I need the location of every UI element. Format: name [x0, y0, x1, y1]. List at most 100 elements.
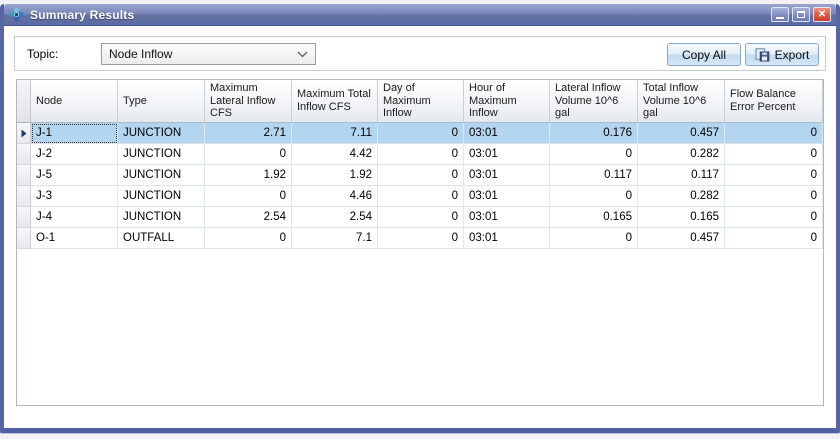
app-icon	[9, 7, 24, 22]
cell-type[interactable]: JUNCTION	[118, 186, 205, 207]
summary-results-window: Summary Results ✕ Topic: Node Inflow Cop…	[0, 4, 840, 433]
cell-type[interactable]: OUTFALL	[118, 228, 205, 249]
row-selector[interactable]	[17, 186, 31, 207]
export-icon	[755, 47, 770, 62]
cell-node[interactable]: O-1	[31, 228, 118, 249]
selected-row-arrow-icon	[21, 129, 26, 137]
topic-panel: Topic: Node Inflow Copy All Export	[14, 36, 826, 71]
cell-day-of-maximum-inflow[interactable]: 0	[378, 123, 464, 144]
cell-hour-of-maximum-inflow[interactable]: 03:01	[464, 123, 550, 144]
window-title: Summary Results	[30, 7, 135, 22]
cell-maximum-lateral-inflow-cfs[interactable]: 0	[205, 228, 292, 249]
column-header-maximum-lateral-inflow-cfs[interactable]: Maximum Lateral Inflow CFS	[205, 80, 292, 122]
column-header-node[interactable]: Node	[31, 80, 118, 122]
topic-dropdown-value: Node Inflow	[109, 47, 173, 61]
cell-hour-of-maximum-inflow[interactable]: 03:01	[464, 228, 550, 249]
cell-lateral-inflow-volume-10-6-gal[interactable]: 0	[550, 144, 638, 165]
cell-maximum-lateral-inflow-cfs[interactable]: 1.92	[205, 165, 292, 186]
cell-lateral-inflow-volume-10-6-gal[interactable]: 0	[550, 228, 638, 249]
cell-lateral-inflow-volume-10-6-gal[interactable]: 0.117	[550, 165, 638, 186]
cell-day-of-maximum-inflow[interactable]: 0	[378, 186, 464, 207]
row-selector[interactable]	[17, 123, 31, 144]
export-button[interactable]: Export	[745, 43, 819, 66]
summary-grid: Node Type Maximum Lateral Inflow CFS Maximu…	[16, 79, 824, 406]
column-header-type[interactable]: Type	[118, 80, 205, 122]
export-label: Export	[774, 47, 810, 62]
cell-total-inflow-volume-10-6-gal[interactable]: 0.457	[638, 228, 725, 249]
cell-total-inflow-volume-10-6-gal[interactable]: 0.117	[638, 165, 725, 186]
topic-dropdown[interactable]: Node Inflow	[101, 43, 316, 65]
cell-maximum-lateral-inflow-cfs[interactable]: 2.54	[205, 207, 292, 228]
minimize-button[interactable]	[771, 7, 789, 22]
cell-maximum-lateral-inflow-cfs[interactable]: 2.71	[205, 123, 292, 144]
row-selector[interactable]	[17, 228, 31, 249]
row-selector[interactable]	[17, 144, 31, 165]
cell-node[interactable]: J-2	[31, 144, 118, 165]
cell-hour-of-maximum-inflow[interactable]: 03:01	[464, 144, 550, 165]
chevron-down-icon	[297, 51, 308, 58]
cell-type[interactable]: JUNCTION	[118, 207, 205, 228]
cell-maximum-total-inflow-cfs[interactable]: 1.92	[292, 165, 378, 186]
table-row[interactable]: J-5 JUNCTION 1.92 1.92 0 03:01 0.117 0.117 0	[17, 165, 823, 186]
cell-maximum-total-inflow-cfs[interactable]: 7.11	[292, 123, 378, 144]
cell-day-of-maximum-inflow[interactable]: 0	[378, 165, 464, 186]
column-header-total-inflow-volume-10-6-gal[interactable]: Total Inflow Volume 10^6 gal	[638, 80, 725, 122]
grid-body: J-1 JUNCTION 2.71 7.11 0 03:01 0.176 0.457 0 J-2 J…	[17, 123, 823, 249]
cell-node[interactable]: J-1	[31, 123, 118, 144]
table-row[interactable]: J-2 JUNCTION 0 4.42 0 03:01 0 0.282 0	[17, 144, 823, 165]
cell-total-inflow-volume-10-6-gal[interactable]: 0.165	[638, 207, 725, 228]
table-row[interactable]: J-4 JUNCTION 2.54 2.54 0 03:01 0.165 0.165 0	[17, 207, 823, 228]
cell-node[interactable]: J-5	[31, 165, 118, 186]
cell-type[interactable]: JUNCTION	[118, 165, 205, 186]
cell-node[interactable]: J-4	[31, 207, 118, 228]
column-header-flow-balance-error-percent[interactable]: Flow Balance Error Percent	[725, 80, 823, 122]
cell-type[interactable]: JUNCTION	[118, 144, 205, 165]
cell-flow-balance-error-percent[interactable]: 0	[725, 186, 823, 207]
table-row[interactable]: O-1 OUTFALL 0 7.1 0 03:01 0 0.457 0	[17, 228, 823, 249]
cell-lateral-inflow-volume-10-6-gal[interactable]: 0	[550, 186, 638, 207]
maximize-button[interactable]	[792, 7, 810, 22]
cell-day-of-maximum-inflow[interactable]: 0	[378, 228, 464, 249]
cell-flow-balance-error-percent[interactable]: 0	[725, 123, 823, 144]
copy-all-button[interactable]: Copy All	[667, 43, 741, 66]
close-button[interactable]: ✕	[813, 7, 831, 22]
cell-total-inflow-volume-10-6-gal[interactable]: 0.457	[638, 123, 725, 144]
table-row[interactable]: J-3 JUNCTION 0 4.46 0 03:01 0 0.282 0	[17, 186, 823, 207]
cell-maximum-total-inflow-cfs[interactable]: 4.42	[292, 144, 378, 165]
cell-hour-of-maximum-inflow[interactable]: 03:01	[464, 165, 550, 186]
cell-type[interactable]: JUNCTION	[118, 123, 205, 144]
cell-node[interactable]: J-3	[31, 186, 118, 207]
column-header-day-of-maximum-inflow[interactable]: Day of Maximum Inflow	[378, 80, 464, 122]
column-header-lateral-inflow-volume-10-6-gal[interactable]: Lateral Inflow Volume 10^6 gal	[550, 80, 638, 122]
row-selector[interactable]	[17, 165, 31, 186]
cell-hour-of-maximum-inflow[interactable]: 03:01	[464, 186, 550, 207]
cell-flow-balance-error-percent[interactable]: 0	[725, 165, 823, 186]
title-bar[interactable]: Summary Results ✕	[4, 4, 836, 26]
cell-flow-balance-error-percent[interactable]: 0	[725, 228, 823, 249]
topic-label: Topic:	[27, 46, 59, 61]
cell-total-inflow-volume-10-6-gal[interactable]: 0.282	[638, 144, 725, 165]
cell-lateral-inflow-volume-10-6-gal[interactable]: 0.165	[550, 207, 638, 228]
table-row[interactable]: J-1 JUNCTION 2.71 7.11 0 03:01 0.176 0.457 0	[17, 123, 823, 144]
cell-lateral-inflow-volume-10-6-gal[interactable]: 0.176	[550, 123, 638, 144]
maximize-icon	[797, 11, 805, 18]
cell-hour-of-maximum-inflow[interactable]: 03:01	[464, 207, 550, 228]
cell-maximum-total-inflow-cfs[interactable]: 2.54	[292, 207, 378, 228]
cell-day-of-maximum-inflow[interactable]: 0	[378, 144, 464, 165]
cell-flow-balance-error-percent[interactable]: 0	[725, 207, 823, 228]
cell-maximum-total-inflow-cfs[interactable]: 7.1	[292, 228, 378, 249]
column-header-maximum-total-inflow-cfs[interactable]: Maximum Total Inflow CFS	[292, 80, 378, 122]
copy-all-label: Copy All	[681, 47, 727, 62]
desktop-background: Summary Results ✕ Topic: Node Inflow Cop…	[0, 0, 840, 439]
cell-maximum-lateral-inflow-cfs[interactable]: 0	[205, 186, 292, 207]
column-header-hour-of-maximum-inflow[interactable]: Hour of Maximum Inflow	[464, 80, 550, 122]
row-selector[interactable]	[17, 207, 31, 228]
grid-header-row: Node Type Maximum Lateral Inflow CFS Maximu…	[17, 80, 823, 123]
cell-maximum-lateral-inflow-cfs[interactable]: 0	[205, 144, 292, 165]
selector-column-header	[17, 80, 31, 122]
cell-maximum-total-inflow-cfs[interactable]: 4.46	[292, 186, 378, 207]
cell-day-of-maximum-inflow[interactable]: 0	[378, 207, 464, 228]
client-area: Topic: Node Inflow Copy All Export Node …	[4, 26, 836, 428]
cell-total-inflow-volume-10-6-gal[interactable]: 0.282	[638, 186, 725, 207]
cell-flow-balance-error-percent[interactable]: 0	[725, 144, 823, 165]
